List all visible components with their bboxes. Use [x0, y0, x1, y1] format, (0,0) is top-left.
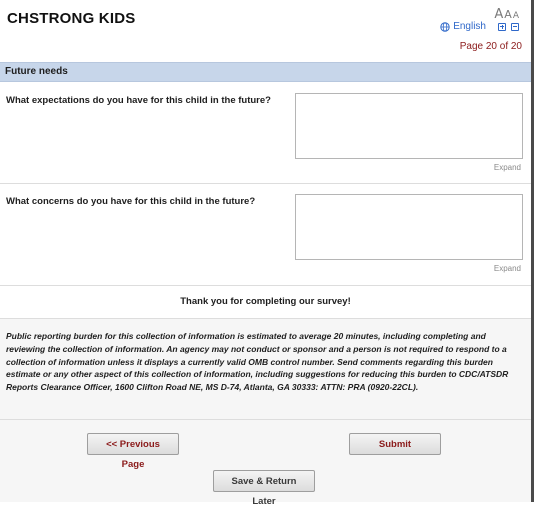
- font-size-large-button[interactable]: A: [494, 7, 503, 22]
- concerns-textarea[interactable]: [295, 194, 523, 260]
- font-size-medium-button[interactable]: A: [504, 8, 512, 21]
- question-expectations: What expectations do you have for this c…: [0, 83, 531, 183]
- burden-statement: Public reporting burden for this collect…: [6, 331, 509, 393]
- previous-page-button[interactable]: << Previous Page: [87, 433, 179, 470]
- font-size-controls: AAA: [493, 3, 519, 22]
- expand-link[interactable]: Expand: [494, 163, 521, 172]
- expand-link[interactable]: Expand: [494, 264, 521, 273]
- app-title: CHSTRONG KIDS: [7, 10, 136, 27]
- submit-button[interactable]: Submit: [349, 433, 441, 455]
- thanks-message: Thank you for completing our survey!: [180, 296, 351, 307]
- header: CHSTRONG KIDS AAA English Page 20 of 20: [0, 0, 531, 62]
- survey-page: CHSTRONG KIDS AAA English Page 20 of 20 …: [0, 0, 531, 507]
- section-title: Future needs: [5, 66, 68, 77]
- language-selector[interactable]: English: [453, 21, 486, 32]
- section-header: Future needs: [0, 62, 531, 82]
- font-size-small-button[interactable]: A: [513, 11, 519, 21]
- question-label: What concerns do you have for this child…: [6, 196, 256, 207]
- expand-all-icon[interactable]: [498, 22, 506, 31]
- collapse-all-icon[interactable]: [511, 22, 519, 31]
- globe-icon: [440, 21, 450, 32]
- save-return-later-button[interactable]: Save & Return Later: [213, 470, 315, 507]
- question-label: What expectations do you have for this c…: [6, 95, 271, 106]
- thanks-section: Thank you for completing our survey!: [0, 286, 531, 318]
- page-indicator: Page 20 of 20: [459, 41, 522, 52]
- navigation-section: << Previous Page Submit Save & Return La…: [0, 420, 531, 507]
- question-concerns: What concerns do you have for this child…: [0, 184, 531, 285]
- burden-section: Public reporting burden for this collect…: [0, 319, 531, 419]
- language-controls: English: [440, 21, 519, 32]
- expectations-textarea[interactable]: [295, 93, 523, 159]
